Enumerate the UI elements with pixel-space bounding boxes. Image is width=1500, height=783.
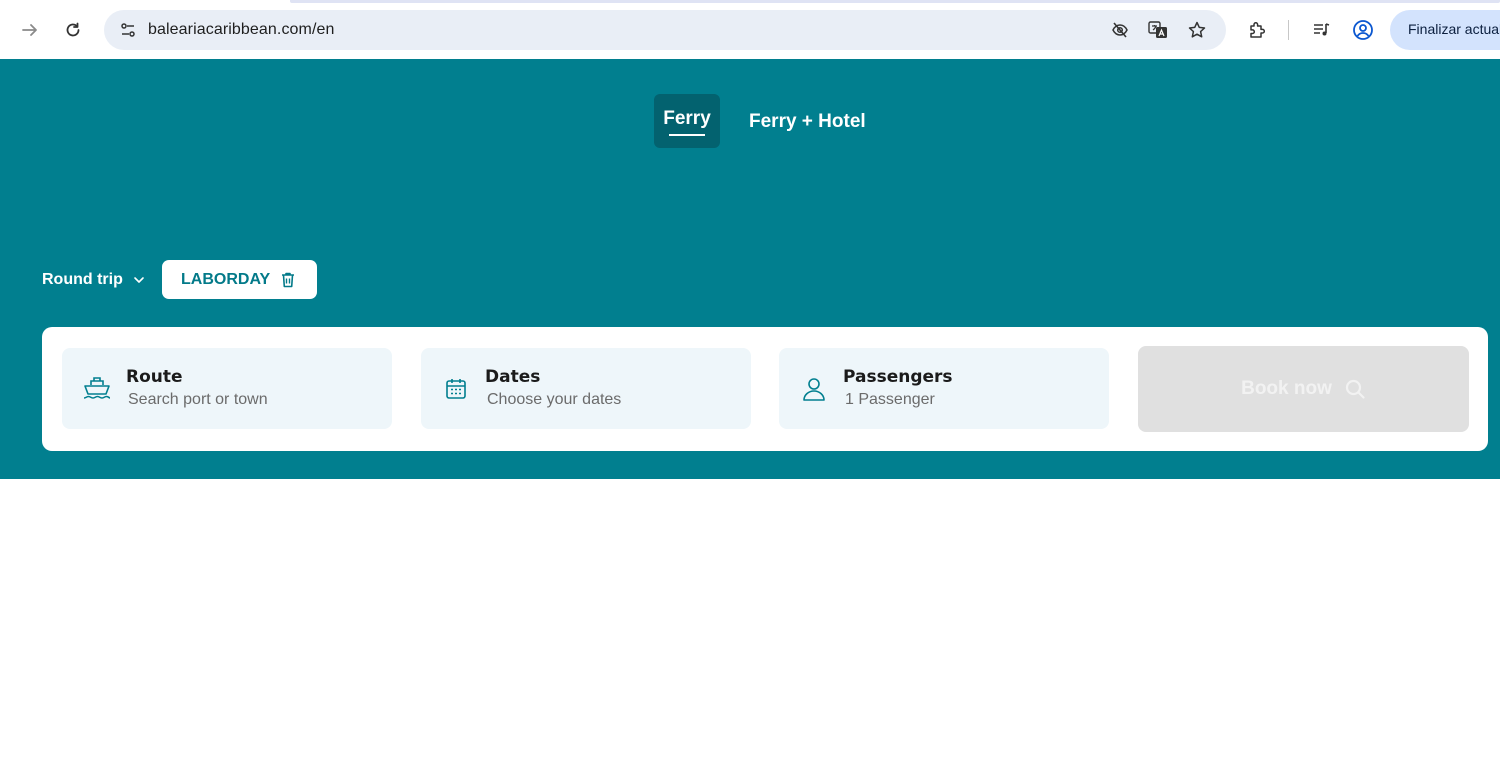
calendar-icon bbox=[441, 374, 471, 404]
dates-field[interactable]: Dates Choose your dates bbox=[421, 348, 751, 429]
trip-type-select[interactable]: Round trip bbox=[42, 271, 145, 289]
finalize-update-button[interactable]: Finalizar actual bbox=[1390, 10, 1500, 50]
translate-icon[interactable] bbox=[1142, 14, 1174, 46]
dates-title: Dates bbox=[485, 367, 541, 387]
chevron-down-icon bbox=[134, 277, 144, 283]
tab-strip-edge bbox=[290, 0, 1500, 3]
tab-ferry[interactable]: Ferry bbox=[654, 94, 720, 148]
tab-ferry-label: Ferry bbox=[663, 108, 711, 129]
url-text[interactable]: baleariacaribbean.com/en bbox=[148, 21, 335, 39]
eye-off-icon[interactable] bbox=[1104, 14, 1136, 46]
reload-icon[interactable] bbox=[57, 14, 89, 46]
dates-placeholder: Choose your dates bbox=[487, 391, 622, 408]
ship-icon bbox=[82, 374, 112, 404]
passengers-value: 1 Passenger bbox=[845, 391, 935, 408]
browser-toolbar: baleariacaribbean.com/en Finalizar actua… bbox=[0, 0, 1500, 59]
address-bar[interactable]: baleariacaribbean.com/en bbox=[104, 10, 1226, 50]
book-now-button[interactable]: Book now bbox=[1138, 346, 1469, 432]
route-field[interactable]: Route Search port or town bbox=[62, 348, 392, 429]
toolbar-separator bbox=[1288, 20, 1289, 40]
promo-code-text: LABORDAY bbox=[181, 270, 271, 288]
trip-type-label: Round trip bbox=[42, 271, 123, 288]
extensions-icon[interactable] bbox=[1241, 14, 1273, 46]
active-tab-indicator bbox=[669, 134, 705, 136]
booking-hero: Ferry Ferry + Hotel Round trip LABORDAY … bbox=[0, 59, 1500, 479]
route-title: Route bbox=[126, 367, 183, 387]
route-placeholder: Search port or town bbox=[128, 391, 268, 408]
passengers-field[interactable]: Passengers 1 Passenger bbox=[779, 348, 1109, 429]
forward-icon[interactable] bbox=[14, 14, 46, 46]
site-info-icon[interactable] bbox=[112, 14, 144, 46]
bookmark-star-icon[interactable] bbox=[1181, 14, 1213, 46]
search-card: Route Search port or town Dates Choose y… bbox=[42, 327, 1488, 451]
promo-code-chip[interactable]: LABORDAY bbox=[162, 260, 317, 299]
profile-icon[interactable] bbox=[1347, 14, 1379, 46]
media-controls-icon[interactable] bbox=[1305, 14, 1337, 46]
search-icon bbox=[1345, 379, 1365, 399]
book-now-label: Book now bbox=[1241, 378, 1332, 399]
tab-ferry-hotel[interactable]: Ferry + Hotel bbox=[749, 111, 866, 133]
user-icon bbox=[799, 374, 829, 404]
trash-icon[interactable] bbox=[280, 271, 296, 289]
passengers-title: Passengers bbox=[843, 367, 953, 387]
